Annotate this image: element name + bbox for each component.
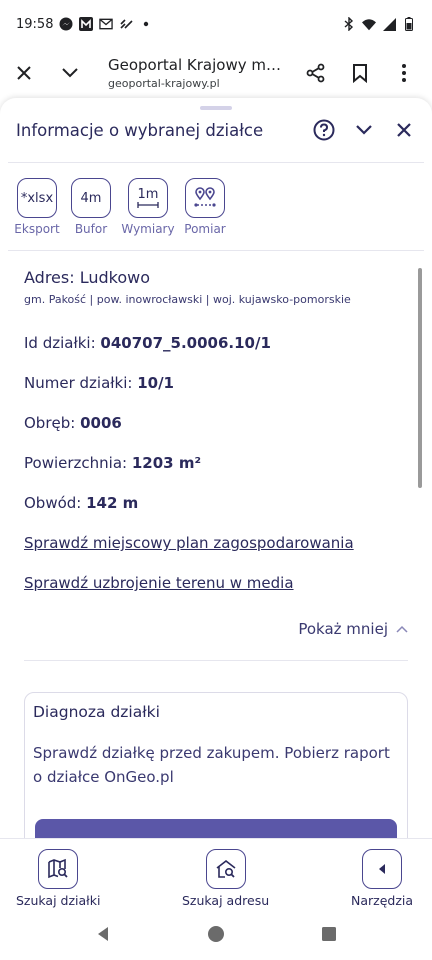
home-search-icon [205,849,246,889]
tool-label: Wymiary [121,222,175,236]
page-title-area[interactable]: Geoportal Krajowy mapy... geoportal-kraj… [108,56,300,90]
divider [8,250,424,251]
signal-icon [382,17,396,31]
arrow-left-icon [362,849,403,889]
address-subtitle: gm. Pakość | pow. inowrocławski | woj. k… [24,293,351,306]
diagnosis-card: Diagnoza działki Sprawdź działkę przed z… [24,692,408,838]
wifi-icon [362,17,376,31]
collapse-panel-button[interactable] [352,118,376,142]
field-area: Powierzchnia: 1203 m² [24,454,202,472]
field-perimeter: Obwód: 142 m [24,494,139,512]
bookmark-button[interactable] [344,57,376,89]
bookmark-icon [353,64,367,83]
xlsx-icon: *xlsx [17,178,57,218]
tool-bufor[interactable]: 4m Bufor [68,178,114,236]
close-panel-button[interactable] [392,118,416,142]
field-precinct: Obręb: 0006 [24,414,122,432]
nav-narzedzia[interactable]: Narzędzia [351,849,413,908]
share-button[interactable] [300,57,332,89]
bottom-navigation: Szukaj działki Szukaj adresu Narzędzia [0,838,432,912]
tool-pomiar[interactable]: Pomiar [182,178,228,236]
back-button[interactable] [95,926,111,946]
tool-label: Eksport [14,222,60,236]
chevrons-icon [119,17,134,31]
status-time: 19:58 [16,16,54,32]
divider [8,162,424,163]
dimensions-icon: 1m [128,178,168,218]
chevron-down-icon [62,68,78,78]
home-circle-icon [208,926,224,942]
help-icon [313,119,335,141]
browser-toolbar: Geoportal Krajowy mapy... geoportal-kraj… [0,48,432,98]
diagnosis-button[interactable] [35,819,397,838]
diagnosis-title: Diagnoza działki [33,703,160,721]
zoning-plan-link[interactable]: Sprawdź miejscowy plan zagospodarowania [24,534,354,552]
nav-szukaj-adresu[interactable]: Szukaj adresu [182,849,269,908]
status-bar: 19:58 [0,0,432,48]
share-icon [306,63,325,83]
address-title: Adres: Ludkowo [24,268,150,287]
recents-square-icon [322,927,336,941]
messenger-icon [59,17,73,31]
home-button[interactable] [207,925,225,947]
field-id: Id działki: 040707_5.0006.10/1 [24,334,271,352]
utilities-link[interactable]: Sprawdź uzbrojenie terenu w media [24,574,294,592]
recents-button[interactable] [321,926,337,946]
close-icon [17,66,31,80]
page-url: geoportal-krajowy.pl [108,77,220,90]
system-navigation [0,912,432,960]
close-icon [397,123,411,137]
tool-label: Bufor [74,222,108,236]
field-number: Numer działki: 10/1 [24,374,174,392]
bluetooth-icon [342,17,356,31]
divider [24,660,408,661]
nav-szukaj-dzialki[interactable]: Szukaj działki [16,849,100,908]
close-tab-button[interactable] [8,57,40,89]
map-search-icon [38,849,79,889]
chevron-down-icon [356,125,372,135]
chevron-up-icon [396,625,408,633]
page-title: Geoportal Krajowy mapy... [108,56,288,74]
tools-row: *xlsx Eksport 4m Bufor 1m Wymiary Pomiar [14,178,228,236]
more-options-button[interactable] [388,57,420,89]
panel-title: Informacje o wybranej działce [16,120,264,140]
help-button[interactable] [312,118,336,142]
tool-eksport[interactable]: *xlsx Eksport [14,178,60,236]
more-vertical-icon [402,64,406,82]
tool-wymiary[interactable]: 1m Wymiary [121,178,175,236]
scrollbar[interactable] [418,268,422,488]
buffer-icon: 4m [71,178,111,218]
expand-button[interactable] [54,57,86,89]
gmail-icon [99,17,114,31]
show-less-button[interactable]: Pokaż mniej [298,620,408,638]
battery-icon [402,17,416,31]
m-box-icon [79,17,94,31]
diagnosis-text: Sprawdź działkę przed zakupem. Pobierz r… [33,744,390,786]
dot-icon [139,17,153,31]
panel-header: Informacje o wybranej działce [0,110,432,150]
measure-pins-icon [185,178,225,218]
back-triangle-icon [98,927,108,941]
parcel-info-sheet: Informacje o wybranej działce *xlsx Eksp… [0,98,432,838]
parcel-info: Adres: Ludkowo gm. Pakość | pow. inowroc… [24,268,414,592]
tool-label: Pomiar [184,222,226,236]
